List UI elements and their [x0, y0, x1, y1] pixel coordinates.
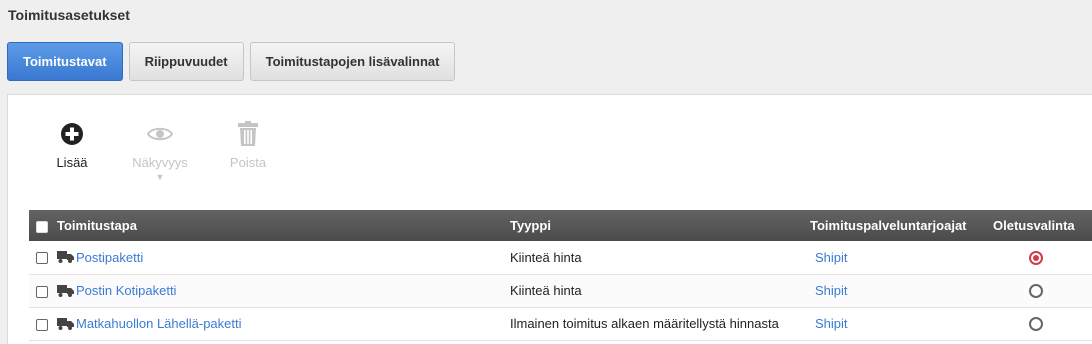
- table-row: Postipaketti Kiinteä hinta Shipit: [29, 241, 1092, 275]
- column-header-default[interactable]: Oletusvalinta: [993, 210, 1092, 241]
- table-row: Postin Kotipaketti Kiinteä hinta Shipit: [29, 274, 1092, 308]
- delete-button[interactable]: Poista: [204, 119, 292, 181]
- truck-icon: [57, 317, 74, 330]
- toolbar: Lisää Näkyvyys ▼ Poista: [28, 119, 292, 182]
- provider-link[interactable]: Shipit: [815, 283, 848, 298]
- default-radio[interactable]: [1029, 317, 1043, 332]
- trash-icon: [237, 119, 259, 149]
- delete-label: Poista: [229, 155, 267, 170]
- provider-link[interactable]: Shipit: [815, 316, 848, 331]
- shipping-method-link[interactable]: Matkahuollon Lähellä-paketti: [76, 316, 242, 331]
- table-header-row: Toimitustapa Tyyppi Toimituspalveluntarj…: [29, 210, 1092, 241]
- add-button[interactable]: Lisää: [28, 119, 116, 181]
- row-checkbox[interactable]: [36, 252, 48, 265]
- column-header-type[interactable]: Tyyppi: [510, 210, 810, 241]
- row-checkbox[interactable]: [36, 318, 48, 331]
- type-cell: Kiinteä hinta: [510, 241, 810, 275]
- row-checkbox[interactable]: [36, 285, 48, 298]
- visibility-label: Näkyvyys: [132, 155, 188, 170]
- select-all-checkbox[interactable]: [36, 220, 48, 233]
- plus-circle-icon: [60, 119, 84, 149]
- shipping-method-link[interactable]: Postin Kotipaketti: [76, 283, 176, 298]
- tab-lisavalinnat[interactable]: Toimitustapojen lisävalinnat: [249, 42, 456, 81]
- type-cell: Kiinteä hinta: [510, 274, 810, 308]
- add-label: Lisää: [56, 155, 88, 170]
- tab-toimitustavat[interactable]: Toimitustavat: [7, 42, 123, 81]
- page-title: Toimitusasetukset: [8, 7, 130, 23]
- eye-icon: [147, 119, 173, 149]
- table-row: Matkahuollon Lähellä-paketti Ilmainen to…: [29, 307, 1092, 341]
- default-radio[interactable]: [1029, 284, 1043, 299]
- shipping-method-link[interactable]: Postipaketti: [76, 250, 143, 265]
- shipping-methods-table: Toimitustapa Tyyppi Toimituspalveluntarj…: [29, 210, 1092, 341]
- chevron-down-icon: ▼: [155, 172, 165, 182]
- column-header-providers[interactable]: Toimituspalveluntarjoajat: [810, 210, 993, 241]
- default-radio[interactable]: [1029, 251, 1043, 266]
- provider-link[interactable]: Shipit: [815, 250, 848, 265]
- tab-bar: Toimitustavat Riippuvuudet Toimitustapoj…: [7, 42, 461, 81]
- truck-icon: [57, 284, 74, 297]
- type-cell: Ilmainen toimitus alkaen määritellystä h…: [510, 307, 810, 341]
- tab-riippuvuudet[interactable]: Riippuvuudet: [128, 42, 244, 81]
- select-all-cell: [29, 210, 57, 241]
- truck-icon: [57, 251, 74, 264]
- content-panel: Lisää Näkyvyys ▼ Poista Toimitustapa Tyy…: [7, 94, 1092, 344]
- column-header-name[interactable]: Toimitustapa: [57, 210, 510, 241]
- visibility-button[interactable]: Näkyvyys ▼: [116, 119, 204, 182]
